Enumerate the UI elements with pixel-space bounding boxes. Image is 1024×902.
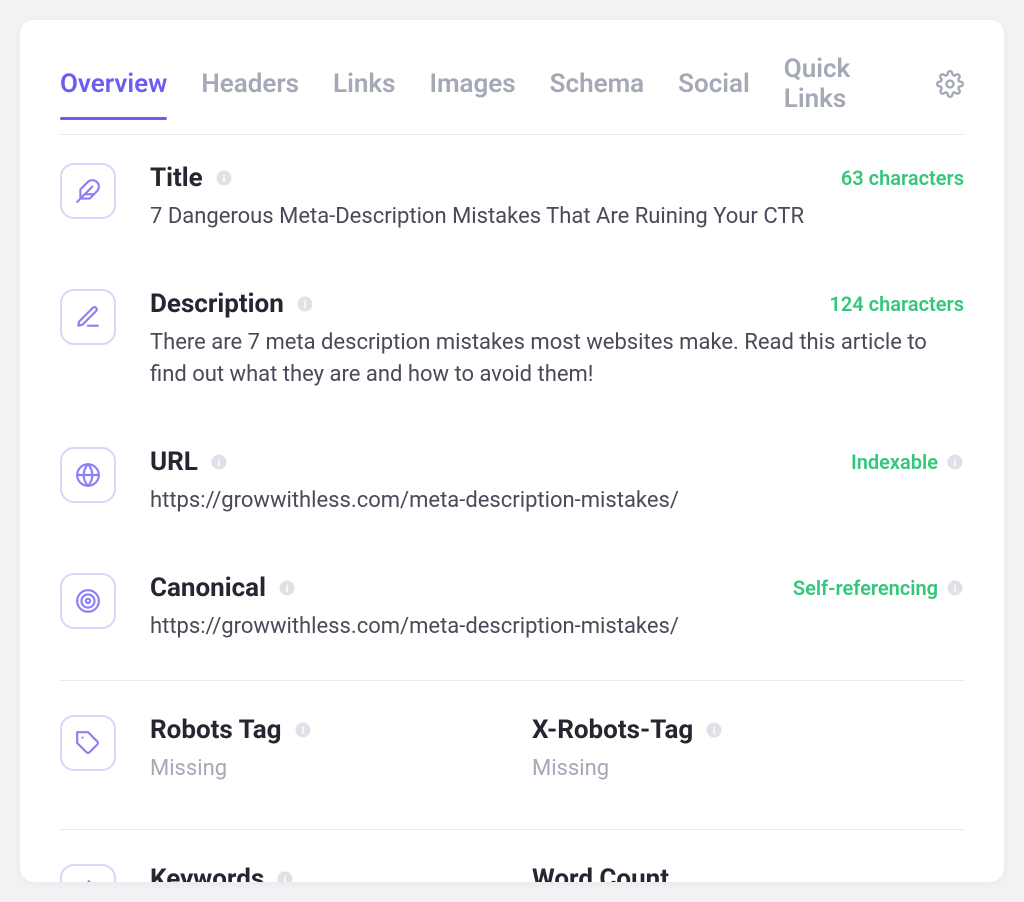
field-label: X-Robots-Tag bbox=[532, 715, 693, 745]
info-icon[interactable]: i bbox=[296, 295, 314, 313]
zap-icon bbox=[60, 864, 116, 882]
field-value: There are 7 meta description mistakes mo… bbox=[150, 327, 964, 391]
info-icon[interactable]: i bbox=[705, 721, 723, 739]
section-content: Keywords i Missing bbox=[150, 864, 492, 882]
gear-icon bbox=[936, 70, 964, 98]
svg-text:i: i bbox=[217, 455, 220, 468]
tab-headers[interactable]: Headers bbox=[201, 69, 299, 119]
field-label: URL bbox=[150, 447, 198, 477]
info-icon[interactable]: i bbox=[946, 453, 964, 471]
field-label: Keywords bbox=[150, 864, 264, 882]
status-badge: 124 characters bbox=[829, 292, 964, 316]
info-icon[interactable]: i bbox=[276, 870, 294, 882]
section-robots: Robots Tag i Missing bbox=[60, 681, 492, 819]
tab-schema[interactable]: Schema bbox=[550, 69, 644, 119]
field-label: Canonical bbox=[150, 573, 266, 603]
tag-icon bbox=[60, 715, 116, 771]
tab-overview[interactable]: Overview bbox=[60, 69, 167, 119]
status-badge: Indexable i bbox=[851, 450, 964, 474]
field-label: Title bbox=[150, 163, 203, 193]
field-label: Word Count bbox=[532, 864, 669, 882]
field-value: Missing bbox=[150, 753, 492, 785]
svg-text:i: i bbox=[954, 581, 957, 594]
svg-text:i: i bbox=[284, 873, 287, 882]
seo-overview-card: Overview Headers Links Images Schema Soc… bbox=[20, 20, 1004, 882]
section-keywords-row: Keywords i Missing Word Count 1,346 bbox=[60, 829, 964, 882]
tab-quick-links[interactable]: Quick Links bbox=[784, 54, 902, 134]
section-content: URL i Indexable i https://growwithless.c… bbox=[150, 447, 964, 517]
pencil-icon bbox=[60, 289, 116, 345]
svg-text:i: i bbox=[303, 298, 306, 311]
badge-text: Indexable bbox=[851, 450, 938, 474]
section-x-robots: X-Robots-Tag i Missing bbox=[532, 681, 964, 819]
status-badge: Self-referencing i bbox=[793, 576, 964, 600]
info-icon[interactable]: i bbox=[210, 453, 228, 471]
tab-links[interactable]: Links bbox=[333, 69, 395, 119]
section-url: URL i Indexable i https://growwithless.c… bbox=[60, 419, 964, 545]
settings-button[interactable] bbox=[936, 70, 964, 118]
info-icon[interactable]: i bbox=[278, 579, 296, 597]
tab-bar: Overview Headers Links Images Schema Soc… bbox=[60, 20, 964, 135]
field-label: Robots Tag bbox=[150, 715, 282, 745]
target-icon bbox=[60, 573, 116, 629]
feather-icon bbox=[60, 163, 116, 219]
svg-text:i: i bbox=[713, 724, 716, 737]
field-label: Description bbox=[150, 289, 284, 319]
section-content: Title i 63 characters 7 Dangerous Meta-D… bbox=[150, 163, 964, 233]
globe-icon bbox=[60, 447, 116, 503]
tab-images[interactable]: Images bbox=[429, 69, 515, 119]
section-content: Word Count 1,346 bbox=[532, 864, 964, 882]
section-robots-row: Robots Tag i Missing X-Robots-Tag i Miss… bbox=[60, 680, 964, 819]
field-value: 7 Dangerous Meta-Description Mistakes Th… bbox=[150, 201, 964, 233]
section-title: Title i 63 characters 7 Dangerous Meta-D… bbox=[60, 135, 964, 261]
info-icon[interactable]: i bbox=[946, 579, 964, 597]
section-content: Robots Tag i Missing bbox=[150, 715, 492, 785]
section-canonical: Canonical i Self-referencing i https://g… bbox=[60, 545, 964, 671]
field-value: Missing bbox=[532, 753, 964, 785]
field-value: https://growwithless.com/meta-descriptio… bbox=[150, 611, 964, 643]
svg-text:i: i bbox=[222, 172, 225, 185]
section-description: Description i 124 characters There are 7… bbox=[60, 261, 964, 419]
section-content: X-Robots-Tag i Missing bbox=[532, 715, 964, 785]
tab-social[interactable]: Social bbox=[678, 69, 750, 119]
info-icon[interactable]: i bbox=[294, 721, 312, 739]
svg-text:i: i bbox=[286, 581, 289, 594]
section-content: Description i 124 characters There are 7… bbox=[150, 289, 964, 391]
section-word-count: Word Count 1,346 bbox=[532, 830, 964, 882]
status-badge: 63 characters bbox=[841, 166, 964, 190]
badge-text: Self-referencing bbox=[793, 576, 938, 600]
info-icon[interactable]: i bbox=[215, 169, 233, 187]
field-value: https://growwithless.com/meta-descriptio… bbox=[150, 485, 964, 517]
svg-text:i: i bbox=[954, 455, 957, 468]
section-content: Canonical i Self-referencing i https://g… bbox=[150, 573, 964, 643]
section-keywords: Keywords i Missing bbox=[60, 830, 492, 882]
svg-text:i: i bbox=[301, 724, 304, 737]
